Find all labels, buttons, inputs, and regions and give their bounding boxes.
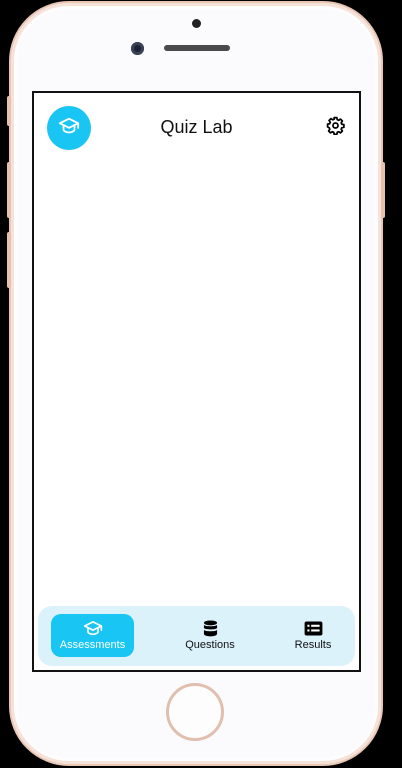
nav-item-label: Assessments [59, 639, 126, 651]
page-title: Quiz Lab [160, 117, 233, 137]
graduation-cap-icon [83, 620, 103, 637]
mute-switch [7, 96, 11, 126]
nav-item-questions[interactable]: Questions [170, 614, 250, 657]
front-camera [131, 42, 144, 55]
settings-button[interactable] [324, 116, 346, 140]
nav-item-results[interactable]: Results [278, 614, 348, 657]
volume-up-button [7, 162, 11, 218]
app-screen: Quiz Lab Assessments Questions Results [32, 91, 361, 672]
database-icon [203, 620, 218, 637]
home-button[interactable] [166, 683, 224, 741]
list-card-icon [304, 620, 323, 637]
volume-down-button [7, 232, 11, 288]
nav-item-label: Questions [185, 639, 235, 651]
nav-item-label: Results [294, 639, 332, 651]
nav-item-assessments[interactable]: Assessments [51, 614, 134, 657]
power-button [381, 162, 385, 218]
sensor-dot [192, 19, 201, 28]
gear-icon [326, 116, 345, 140]
earpiece-speaker [164, 45, 230, 51]
bottom-navigation: Assessments Questions Results [38, 606, 355, 666]
